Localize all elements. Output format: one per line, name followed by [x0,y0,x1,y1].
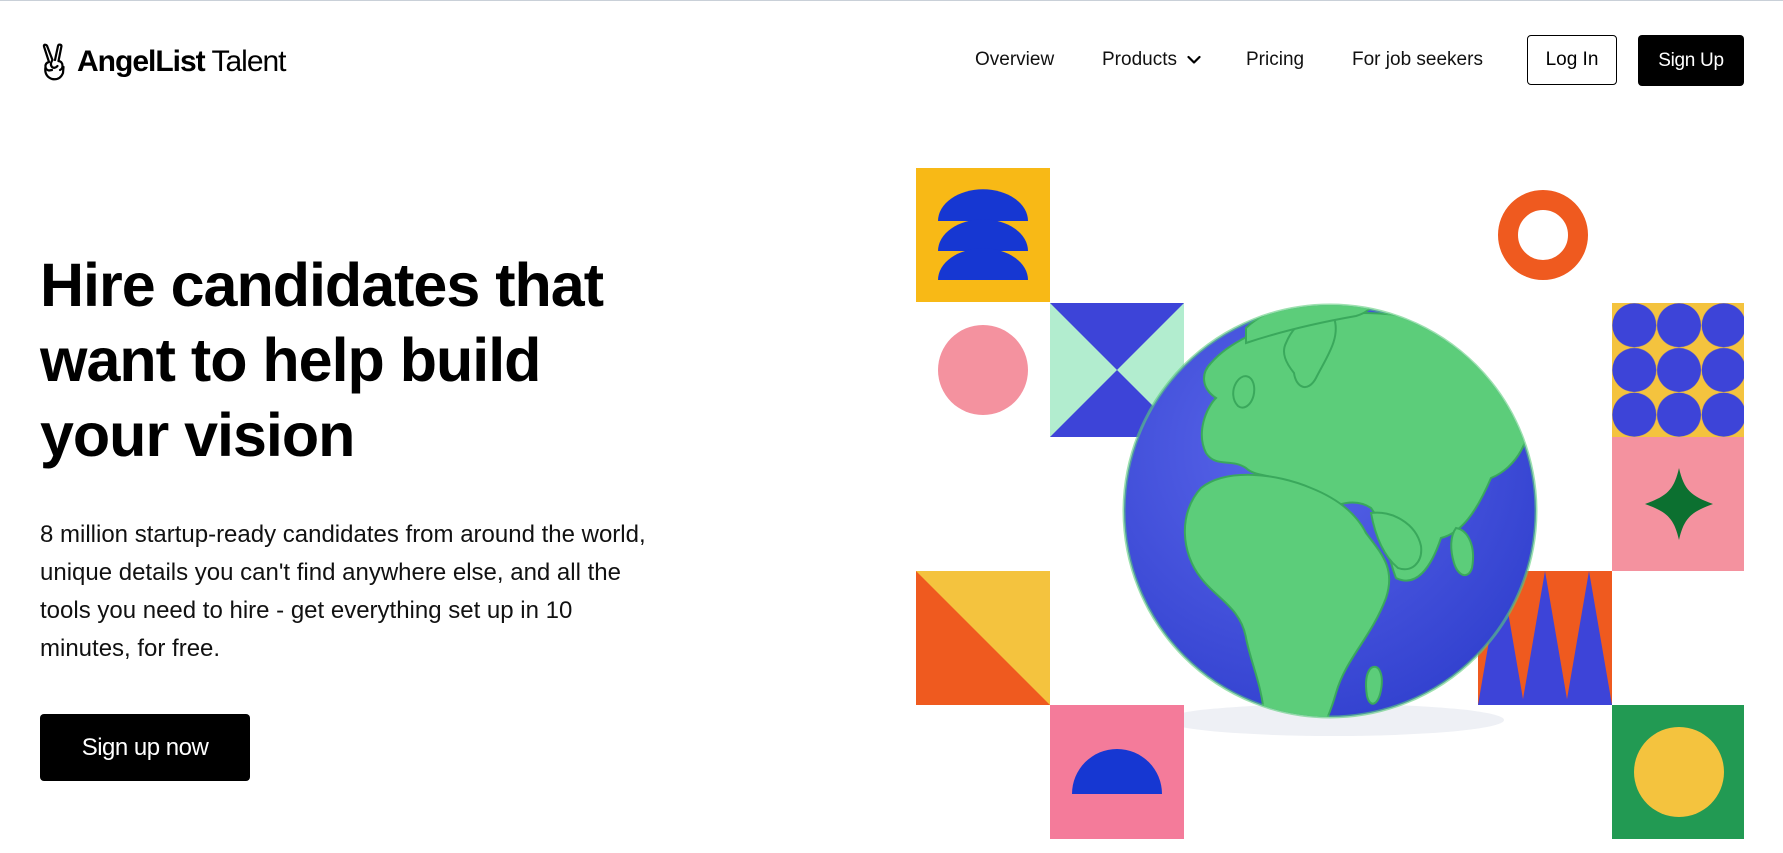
signup-button[interactable]: Sign Up [1638,35,1744,86]
tile-pink-star [1612,437,1744,571]
brand-name: AngelList Talent [77,45,287,79]
brand-logo[interactable]: AngelList Talent [40,42,287,82]
victory-hand-icon [42,43,65,81]
hero-subtitle: 8 million startup-ready candidates from … [40,521,646,662]
tile-nine-dots [1612,303,1744,437]
login-button[interactable]: Log In [1527,35,1617,85]
nav-overview[interactable]: Overview [975,49,1054,71]
pink-circle-shape [938,325,1028,415]
hero-title: Hire candidates that want to help build … [40,251,604,469]
globe-icon [1122,303,1538,736]
top-border [0,0,1783,1]
signup-now-button[interactable]: Sign up now [40,714,250,781]
tile-pink-halfcircle [1050,705,1184,839]
tile-green-circle [1612,705,1744,839]
tile-yellow-arcs [916,168,1050,302]
nav-job-seekers[interactable]: For job seekers [1352,49,1483,71]
brand-name-bold: AngelList [77,45,206,78]
brand-name-light: Talent [204,45,286,78]
nav-pricing[interactable]: Pricing [1246,49,1304,71]
orange-ring-shape [1498,190,1588,280]
chevron-down-icon [1187,55,1201,64]
nav-products[interactable]: Products [1102,49,1201,71]
tile-diagonal [916,571,1050,705]
geometric-globe-illustration [916,168,1744,839]
hero-illustration [916,168,1744,840]
nav-products-label: Products [1102,49,1177,70]
